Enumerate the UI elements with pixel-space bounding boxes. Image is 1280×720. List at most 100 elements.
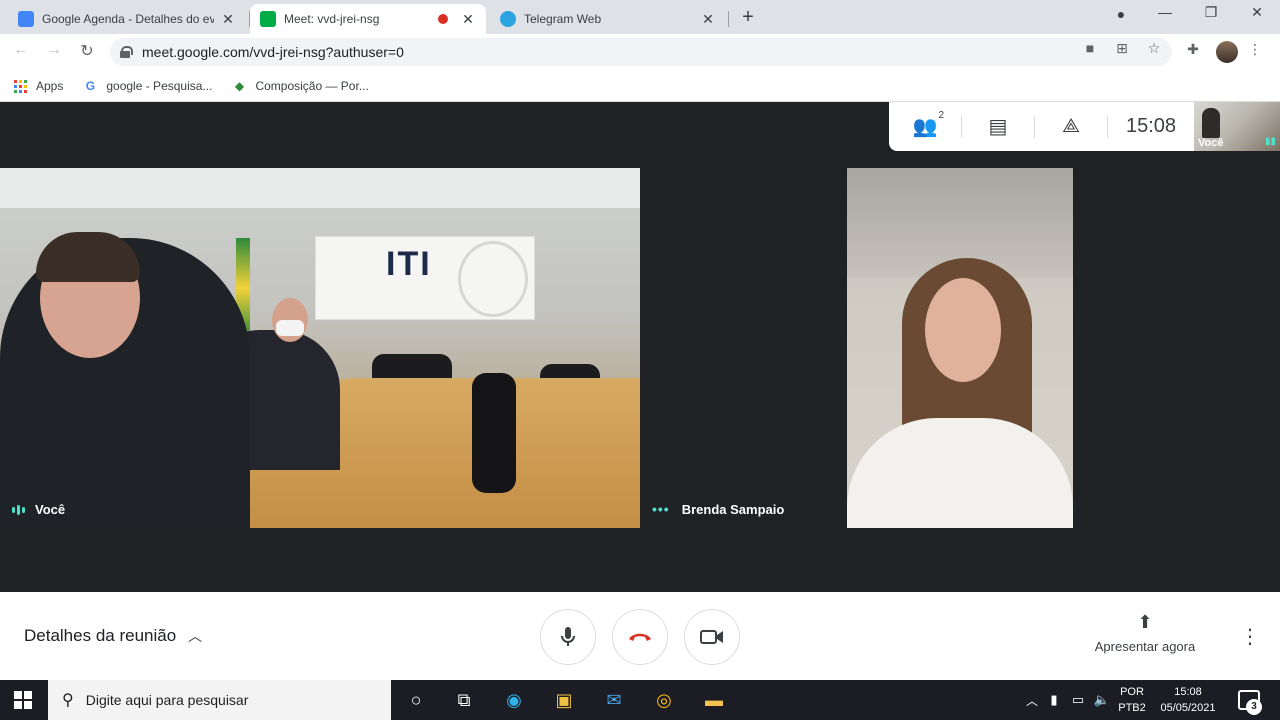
- tab-title: Google Agenda - Detalhes do ev: [42, 12, 214, 26]
- system-clock[interactable]: 15:08 05/05/2021: [1152, 684, 1224, 716]
- recording-indicator-icon: [438, 14, 448, 24]
- telegram-icon: [500, 11, 516, 27]
- bookmark-label: Composição — Por...: [255, 79, 369, 93]
- forward-arrow-icon[interactable]: →: [43, 41, 65, 59]
- self-view-label: Você: [1198, 137, 1224, 149]
- close-tab-icon[interactable]: ✕: [700, 11, 716, 28]
- close-tab-icon[interactable]: ✕: [460, 11, 476, 28]
- more-options-icon[interactable]: ⋮: [1240, 624, 1260, 649]
- windows-start-icon[interactable]: [14, 691, 32, 709]
- address-url: meet.google.com/vvd-jrei-nsg?authuser=0: [142, 44, 404, 60]
- hang-up-phone-icon: [629, 633, 651, 641]
- tab-divider: [728, 11, 729, 27]
- tab-telegram[interactable]: Telegram Web ✕: [490, 4, 726, 34]
- language-indicator[interactable]: POR PTB2: [1114, 684, 1150, 716]
- browser-tab-strip: Google Agenda - Detalhes do ev ✕ Meet: v…: [0, 0, 1280, 34]
- participants-button[interactable]: 👥 2: [889, 110, 961, 139]
- audio-dots-icon: •••: [652, 501, 670, 517]
- tab-search-icon[interactable]: ●: [1106, 6, 1136, 22]
- notification-count-badge: 3: [1246, 699, 1262, 715]
- apps-grid-icon: [14, 79, 27, 93]
- file-explorer-icon[interactable]: ▬: [702, 688, 726, 712]
- participant-name: Você: [35, 502, 66, 517]
- chevron-up-icon: ︿: [188, 628, 203, 644]
- language-bottom: PTB2: [1118, 702, 1146, 714]
- close-window-icon[interactable]: ✕: [1242, 4, 1272, 21]
- tab-meet[interactable]: Meet: vvd-jrei-nsg ✕: [250, 4, 486, 34]
- bookmark-apps[interactable]: Apps: [14, 79, 63, 93]
- bookmark-label: google - Pesquisa...: [106, 79, 213, 93]
- tab-google-agenda[interactable]: Google Agenda - Detalhes do ev ✕: [8, 4, 246, 34]
- profile-avatar[interactable]: [1216, 41, 1238, 63]
- cortana-circle-icon[interactable]: ○: [404, 688, 428, 712]
- participants-count: 2: [938, 110, 945, 121]
- bookmark-composicao[interactable]: ◆ Composição — Por...: [232, 79, 369, 93]
- google-g-icon: G: [85, 79, 96, 93]
- video-ceiling: [0, 168, 640, 208]
- end-call-button[interactable]: [612, 609, 668, 665]
- new-tab-button[interactable]: +: [737, 6, 759, 29]
- meet-control-bar: Detalhes da reunião ︿ ⬆ Apresentar agora…: [0, 592, 1280, 680]
- mail-icon[interactable]: ✉: [602, 688, 626, 712]
- tab-title: Meet: vvd-jrei-nsg: [284, 12, 380, 26]
- divider: [1107, 115, 1108, 138]
- chat-button[interactable]: ▤: [962, 114, 1034, 139]
- task-view-icon[interactable]: ⧉: [452, 688, 476, 712]
- bookmark-google-search[interactable]: G google - Pesquisa...: [83, 79, 213, 93]
- taskbar-search-box[interactable]: ⚲ Digite aqui para pesquisar: [48, 680, 391, 720]
- show-hidden-icons-chevron-icon[interactable]: ︿: [1020, 688, 1044, 712]
- network-icon[interactable]: ▭: [1066, 688, 1090, 712]
- participant-name: Brenda Sampaio: [681, 501, 785, 517]
- tab-title: Telegram Web: [524, 12, 602, 26]
- thermos: [472, 373, 516, 493]
- chrome-icon[interactable]: ◎: [652, 688, 676, 712]
- search-icon: ⚲: [62, 692, 74, 709]
- chrome-menu-icon[interactable]: ⋮: [1244, 41, 1266, 58]
- activities-button[interactable]: ⟁: [1035, 115, 1107, 138]
- restore-icon[interactable]: ❐: [1196, 4, 1226, 21]
- chat-icon: ▤: [988, 116, 1008, 138]
- iti-logo-text: ITI: [386, 245, 432, 283]
- back-arrow-icon[interactable]: ←: [10, 41, 32, 59]
- camera-button[interactable]: [684, 609, 740, 665]
- self-view-person: [1202, 108, 1220, 138]
- system-date: 05/05/2021: [1160, 702, 1216, 714]
- volume-icon[interactable]: 🔈: [1090, 688, 1114, 712]
- install-app-icon[interactable]: ⊞: [1113, 40, 1131, 57]
- microsoft-store-icon[interactable]: ▣: [552, 688, 576, 712]
- people-icon: 👥: [912, 116, 938, 138]
- video-camera-icon: [700, 630, 723, 644]
- language-top: POR: [1120, 686, 1144, 698]
- meeting-clock: 15:08: [1126, 115, 1177, 137]
- present-now-button[interactable]: ⬆ Apresentar agora: [1088, 612, 1202, 654]
- google-calendar-icon: [18, 11, 34, 27]
- brazil-flag-icon: ◆: [234, 79, 245, 93]
- meeting-details-button[interactable]: Detalhes da reunião ︿: [24, 626, 202, 646]
- google-meet-icon: [260, 11, 276, 27]
- microphone-button[interactable]: [540, 609, 596, 665]
- reload-icon[interactable]: ↻: [76, 41, 98, 61]
- extensions-puzzle-icon[interactable]: ✚: [1182, 41, 1204, 58]
- iti-wall-logo: ITI: [315, 236, 535, 320]
- audio-level-icon: ▮▮: [1264, 136, 1276, 147]
- meeting-details-label: Detalhes da reunião: [24, 626, 177, 645]
- speaking-indicator-icon: [12, 504, 25, 515]
- browser-toolbar: ← → ↻ meet.google.com/vvd-jrei-nsg?authu…: [0, 34, 1280, 71]
- participant-tile-you[interactable]: ITI Você: [0, 168, 640, 528]
- taskbar-search-placeholder: Digite aqui para pesquisar: [85, 692, 249, 708]
- bookmarks-bar: Apps G google - Pesquisa... ◆ Composição…: [0, 71, 1280, 102]
- address-bar[interactable]: meet.google.com/vvd-jrei-nsg?authuser=0: [110, 38, 1172, 66]
- person-body: [847, 418, 1073, 528]
- tile-name-label: ••• Brenda Sampaio: [652, 501, 784, 517]
- edge-browser-icon[interactable]: ◉: [502, 688, 526, 712]
- minimize-icon[interactable]: —: [1150, 4, 1180, 20]
- participant-video-brenda: [847, 168, 1073, 528]
- bookmark-star-icon[interactable]: ☆: [1145, 40, 1163, 57]
- activities-shapes-icon: ⟁: [1062, 115, 1080, 137]
- close-tab-icon[interactable]: ✕: [220, 11, 236, 28]
- microphone-icon: [561, 627, 575, 646]
- self-view-thumbnail[interactable]: Você ▮▮: [1194, 102, 1280, 151]
- lock-icon: [120, 46, 133, 58]
- microphone-tray-icon[interactable]: ▮: [1042, 688, 1066, 712]
- camera-icon[interactable]: ■: [1081, 40, 1099, 56]
